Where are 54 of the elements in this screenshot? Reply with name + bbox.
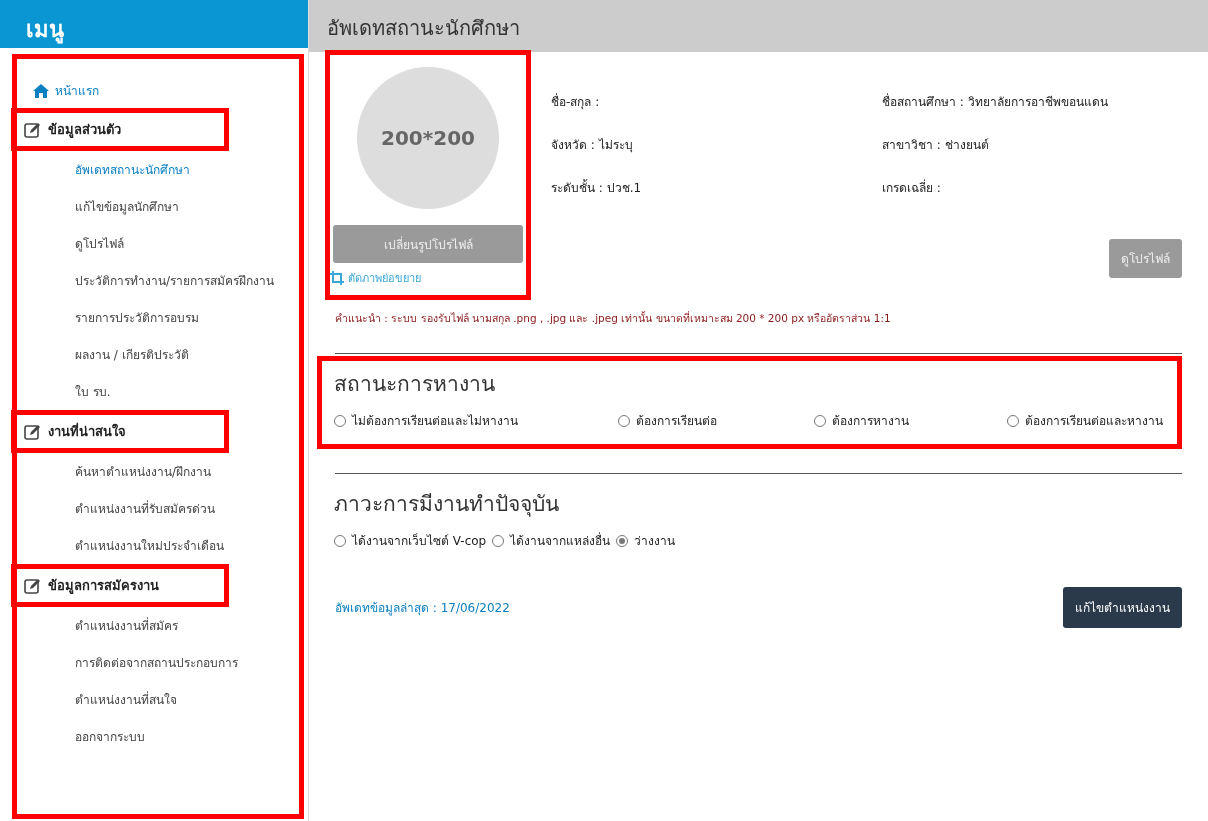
radio-button[interactable] xyxy=(334,535,346,547)
upload-hint: คำแนะนำ : ระบบ รองรับไฟล์ นามสกุล .png , .jpg และ .jpeg เท่านั้น ขนาดที่เหมาะสม 200 * 200 px หรืออัตราส่วน 1:1 xyxy=(335,310,892,327)
sidebar-item[interactable]: ค้นหาตำแหน่งงาน/ฝึกงาน xyxy=(33,453,212,490)
radio-button[interactable] xyxy=(814,415,827,427)
sidebar-item[interactable]: แก้ไขข้อมูลนักศึกษา xyxy=(33,188,179,225)
sidebar-item[interactable]: ตำแหน่งงานที่สนใจ xyxy=(33,681,177,718)
sidebar-item[interactable]: ออกจากระบบ xyxy=(33,718,145,755)
edit-position-button[interactable]: แก้ไขตำแหน่งงาน xyxy=(1063,587,1182,628)
profile-field: ชื่อ-สกุล : xyxy=(551,92,882,111)
section-label: ข้อมูลการสมัครงาน xyxy=(48,577,159,596)
radio-option[interactable]: ว่างงาน xyxy=(616,528,676,554)
edit-icon xyxy=(24,577,42,594)
page-title: อัพเดทสถานะนักศึกษา xyxy=(309,0,1208,52)
section-label: งานที่น่าสนใจ xyxy=(48,421,126,441)
radio-button[interactable] xyxy=(617,415,630,427)
sidebar-item[interactable]: ตำแหน่งงานที่รับสมัครด่วน xyxy=(33,490,215,527)
menu-section-heading[interactable]: งานที่น่าสนใจ xyxy=(11,410,229,453)
sidebar-item[interactable]: ประวัติการทำงาน/รายการสมัครฝึกงาน xyxy=(33,262,275,299)
sidebar-item[interactable]: ตำแหน่งงานใหม่ประจำเดือน xyxy=(33,527,224,564)
sidebar-item[interactable]: อัพเดทสถานะนักศึกษา xyxy=(33,151,190,188)
home-icon xyxy=(33,83,49,98)
sidebar-item[interactable]: ผลงาน / เกียรติประวัติ xyxy=(33,336,189,373)
section-label: ข้อมูลส่วนตัว xyxy=(48,121,121,140)
profile-field: ระดับชั้น : ปวช.1 xyxy=(551,178,882,197)
radio-option[interactable]: ต้องการเรียนต่อและหางาน xyxy=(1006,408,1163,434)
sidebar-item[interactable]: ใบ รบ. xyxy=(33,373,111,410)
photo-size-label: 200*200 xyxy=(381,126,475,150)
section-title: สถานะการหางาน xyxy=(334,371,496,398)
profile-field: จังหวัด : ไม่ระบุ xyxy=(551,135,882,154)
crop-icon xyxy=(330,271,344,285)
menu-section-heading[interactable]: ข้อมูลการสมัครงาน xyxy=(11,564,229,607)
sidebar-item[interactable]: การติดต่อจากสถานประกอบการ xyxy=(33,644,238,681)
profile-field: สาขาวิชา : ช่างยนต์ xyxy=(882,135,1182,154)
radio-option[interactable]: ต้องการเรียนต่อ xyxy=(617,408,717,434)
radio-option[interactable]: ต้องการหางาน xyxy=(814,408,910,434)
edit-icon xyxy=(24,121,42,138)
radio-button[interactable] xyxy=(492,535,505,547)
sidebar-item[interactable]: ตำแหน่งงานที่สมัคร xyxy=(33,607,178,644)
radio-button[interactable] xyxy=(334,415,346,427)
menu-section-heading[interactable]: ข้อมูลส่วนตัว xyxy=(11,108,229,151)
radio-option[interactable]: ได้งานจากแหล่งอื่น xyxy=(492,528,611,554)
edit-icon xyxy=(24,423,42,440)
radio-option[interactable]: ได้งานจากเว็บไซต์ V-cop xyxy=(334,528,487,554)
home-link[interactable]: หน้าแรก xyxy=(33,81,99,100)
radio-button[interactable] xyxy=(616,535,629,547)
profile-field: ชื่อสถานศึกษา : วิทยาลัยการอาชีพขอนแดน xyxy=(882,92,1182,111)
radio-button[interactable] xyxy=(1006,415,1019,427)
profile-field: เกรดเฉลี่ย : xyxy=(882,178,1182,197)
sidebar-item[interactable]: รายการประวัติการอบรม xyxy=(33,299,199,336)
sidebar-item[interactable]: ดูโปรไฟล์ xyxy=(33,225,124,262)
radio-option[interactable]: ไม่ต้องการเรียนต่อและไม่หางาน xyxy=(334,408,520,434)
last-updated: อัพเดทข้อมูลล่าสุด : 17/06/2022 xyxy=(335,600,510,617)
menu-title: เมนู xyxy=(0,0,308,48)
section-title: ภาวะการมีงานทำปัจจุบัน xyxy=(334,491,560,519)
